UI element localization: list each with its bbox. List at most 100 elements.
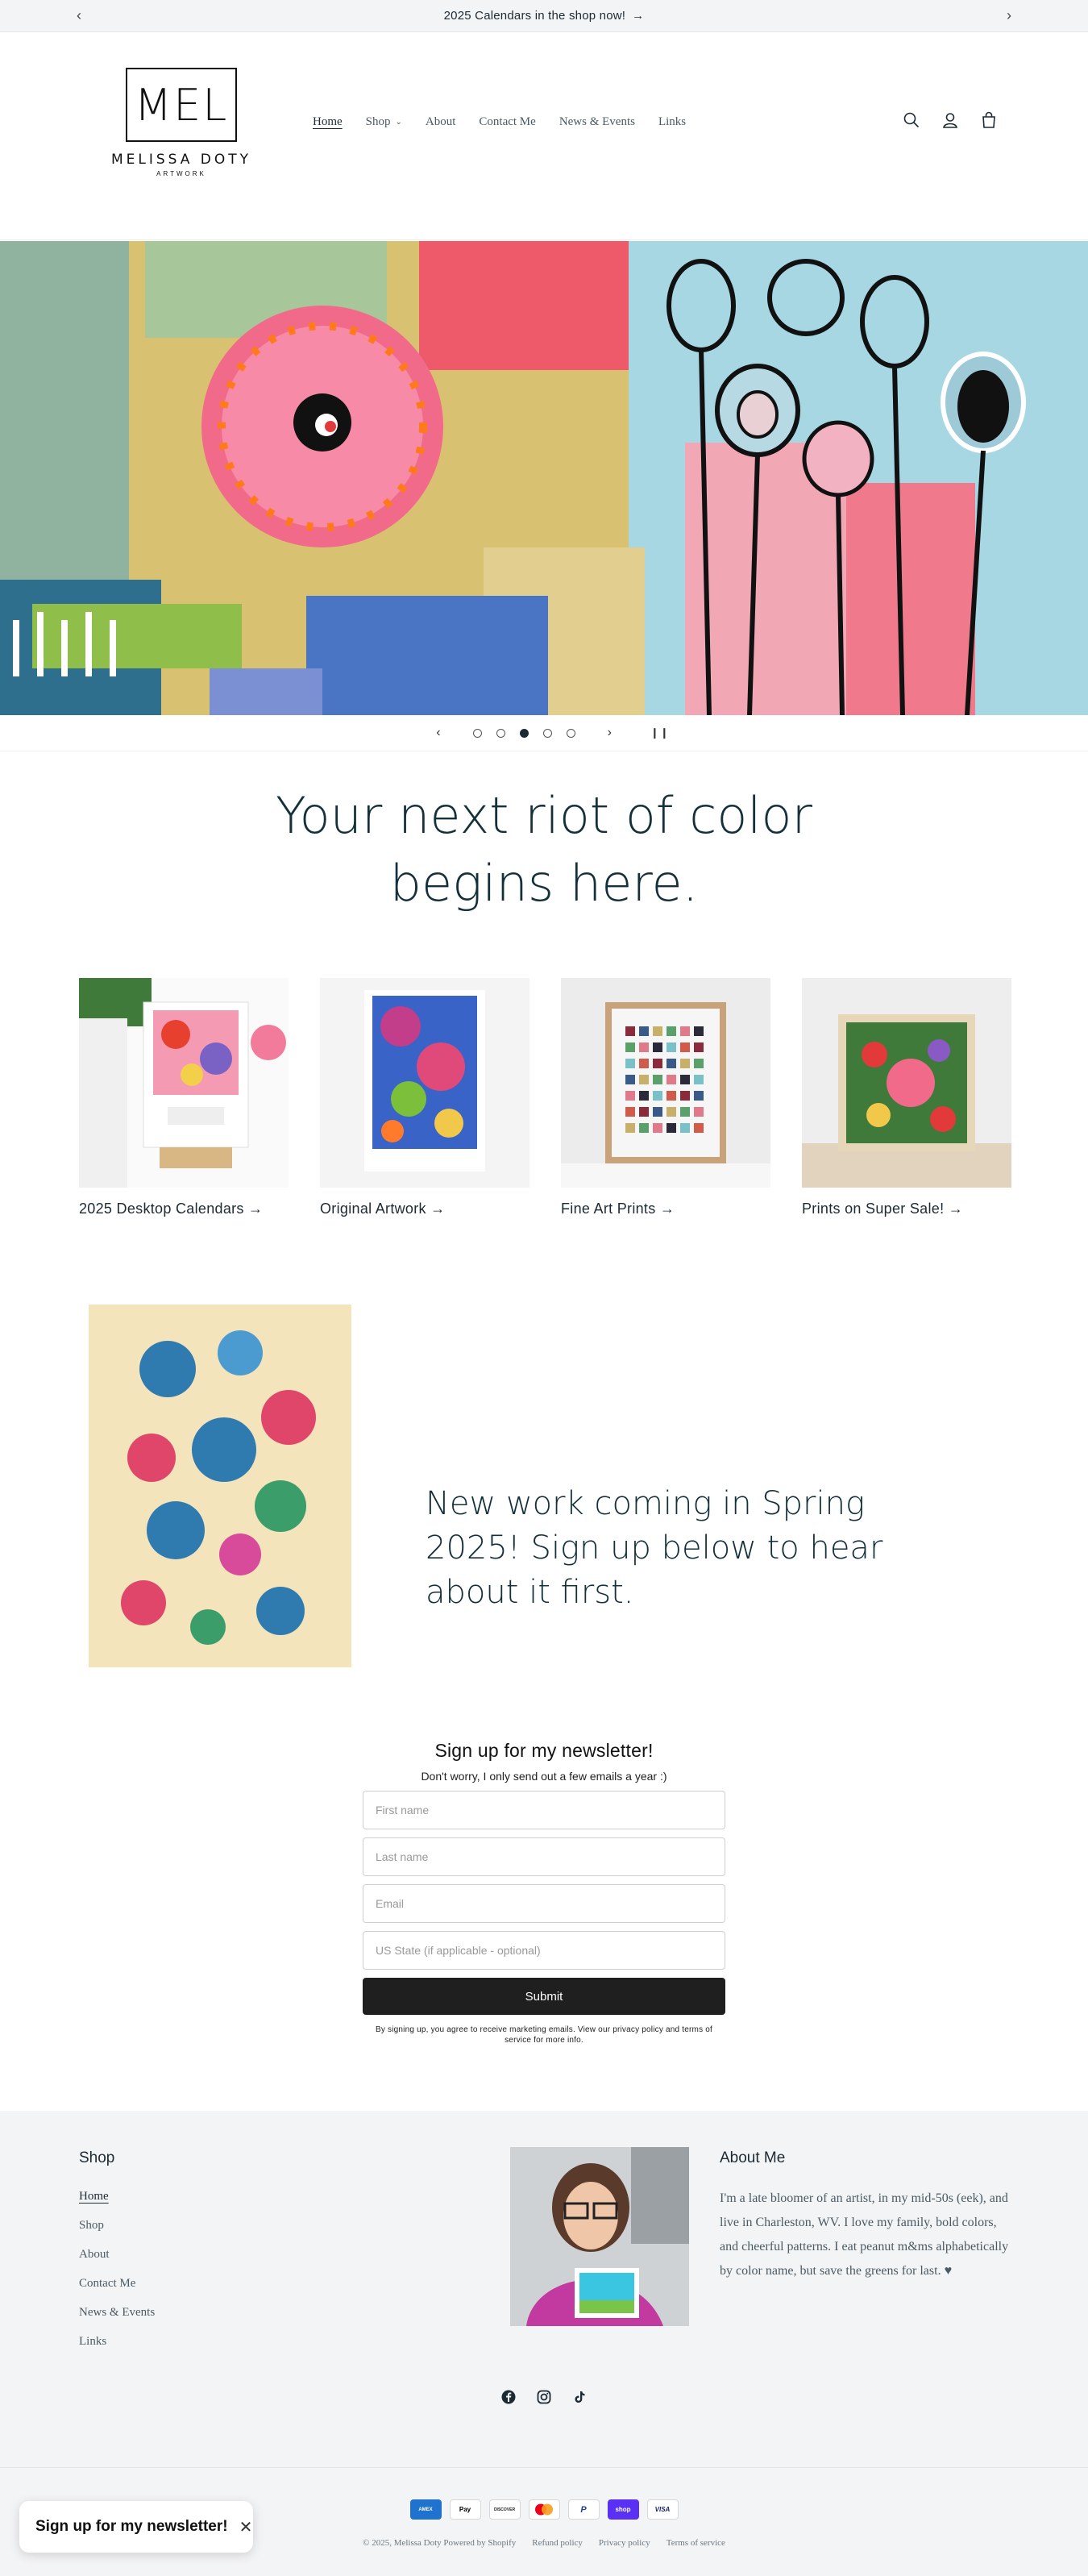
slide-dot-5[interactable] bbox=[566, 728, 575, 738]
refund-policy-link[interactable]: Refund policy bbox=[532, 2538, 583, 2548]
nav-item-label: News & Events bbox=[559, 115, 635, 128]
artist-photo bbox=[510, 2147, 689, 2326]
apple-pay-icon: Pay bbox=[449, 2499, 481, 2520]
nav-item-shop[interactable]: Shop ⌄ bbox=[366, 115, 402, 129]
shop-pay-icon: shop bbox=[607, 2499, 639, 2520]
newsletter-subtitle: Don't worry, I only send out a few email… bbox=[421, 1770, 667, 1783]
collection-card-super-sale[interactable]: Prints on Super Sale! → bbox=[802, 978, 1011, 1217]
tiktok-icon[interactable] bbox=[572, 2390, 587, 2404]
cart-icon[interactable] bbox=[980, 111, 998, 129]
footer-link-home[interactable]: Home bbox=[79, 2190, 155, 2219]
slide-dot-4[interactable] bbox=[542, 728, 552, 738]
email-field[interactable]: Email bbox=[363, 1884, 725, 1923]
nav-item-contact[interactable]: Contact Me bbox=[479, 115, 535, 129]
slide-next-button[interactable]: › bbox=[590, 726, 629, 740]
page-headline: Your next riot of color begins here. bbox=[0, 782, 1088, 918]
last-name-field[interactable]: Last name bbox=[363, 1837, 725, 1876]
newsletter-title: Sign up for my newsletter! bbox=[434, 1740, 654, 1761]
site-logo[interactable]: MEL MELISSA DOTY ARTWORK bbox=[105, 68, 258, 197]
amex-icon: AMEX bbox=[409, 2499, 442, 2520]
payment-label: Pay bbox=[459, 2506, 471, 2513]
terms-of-service-link[interactable]: Terms of service bbox=[667, 2538, 725, 2548]
collection-label: 2025 Desktop Calendars → bbox=[79, 1201, 264, 1217]
hero-slide-image bbox=[0, 241, 1088, 715]
first-name-field[interactable]: First name bbox=[363, 1791, 725, 1829]
footer-link-shop[interactable]: Shop bbox=[79, 2219, 155, 2248]
instagram-icon[interactable] bbox=[537, 2390, 551, 2404]
payment-label: AMEX bbox=[418, 2507, 433, 2512]
announcement-bar: ‹ 2025 Calendars in the shop now! → › bbox=[0, 0, 1088, 32]
collection-card-original-artwork[interactable]: Original Artwork → bbox=[320, 978, 529, 1217]
collection-image bbox=[561, 978, 770, 1188]
collection-list: 2025 Desktop Calendars → Original Artwor… bbox=[79, 978, 1011, 1217]
site-header: MEL MELISSA DOTY ARTWORK Home Shop ⌄ Abou… bbox=[0, 32, 1088, 240]
announcement-text: 2025 Calendars in the shop now! bbox=[443, 9, 626, 23]
footer-divider bbox=[0, 2467, 1088, 2468]
collection-label: Prints on Super Sale! → bbox=[802, 1201, 963, 1217]
footer-link-links[interactable]: Links bbox=[79, 2335, 155, 2364]
headline-line-2: begins here. bbox=[389, 854, 699, 913]
slide-prev-button[interactable]: ‹ bbox=[418, 726, 458, 740]
headline-line-1: Your next riot of color bbox=[276, 786, 812, 845]
visa-icon: VISA bbox=[646, 2499, 679, 2520]
announcement-next-button[interactable]: › bbox=[1007, 7, 1011, 24]
announcement-link[interactable]: 2025 Calendars in the shop now! → bbox=[444, 9, 645, 23]
main-nav: Home Shop ⌄ About Contact Me News & Event… bbox=[313, 115, 686, 129]
pause-icon[interactable]: ❙❙ bbox=[650, 726, 670, 739]
payment-label: P bbox=[580, 2504, 587, 2515]
collection-label: Fine Art Prints → bbox=[561, 1201, 675, 1217]
nav-item-label: Contact Me bbox=[479, 115, 536, 128]
footer-link-news-events[interactable]: News & Events bbox=[79, 2306, 155, 2335]
slider-controls: ‹ › ❙❙ bbox=[0, 715, 1088, 751]
logo-name: MELISSA DOTY bbox=[110, 152, 252, 168]
nav-item-label: About bbox=[425, 115, 456, 128]
logo-sub: ARTWORK bbox=[156, 170, 206, 177]
nav-item-about[interactable]: About bbox=[426, 115, 456, 129]
collection-card-calendars[interactable]: 2025 Desktop Calendars → bbox=[79, 978, 289, 1217]
footer-shop-heading: Shop bbox=[79, 2149, 115, 2166]
footer-link-about[interactable]: About bbox=[79, 2248, 155, 2277]
footer-links: Home Shop About Contact Me News & Events… bbox=[79, 2190, 155, 2364]
footer-about-text: I'm a late bloomer of an artist, in my m… bbox=[720, 2191, 1009, 2278]
slide-dot-3[interactable] bbox=[519, 728, 529, 738]
discover-icon: DISCOVER bbox=[488, 2499, 521, 2520]
paypal-icon: P bbox=[567, 2499, 600, 2520]
copyright-text: © 2025, Melissa Doty Powered by Shopify bbox=[363, 2538, 517, 2548]
newsletter-legal: By signing up, you agree to receive mark… bbox=[375, 2025, 712, 2045]
collection-label: Original Artwork → bbox=[320, 1201, 446, 1217]
collection-image bbox=[802, 978, 1011, 1188]
chevron-down-icon: ⌄ bbox=[395, 118, 402, 127]
collection-image bbox=[320, 978, 529, 1188]
submit-button[interactable]: Submit bbox=[363, 1978, 725, 2015]
featured-artwork-image bbox=[79, 1296, 361, 1675]
payment-label: DISCOVER bbox=[493, 2507, 516, 2512]
popup-text: Sign up for my newsletter! bbox=[35, 2518, 228, 2535]
privacy-policy-link[interactable]: Privacy policy bbox=[599, 2538, 650, 2548]
slide-dot-1[interactable] bbox=[472, 728, 482, 738]
account-icon[interactable] bbox=[941, 111, 959, 129]
nav-item-links[interactable]: Links bbox=[658, 115, 686, 129]
newsletter-form: Sign up for my newsletter! Don't worry, … bbox=[363, 1740, 725, 2045]
nav-item-news-events[interactable]: News & Events bbox=[559, 115, 635, 129]
slide-dot-2[interactable] bbox=[496, 728, 505, 738]
nav-item-label: Links bbox=[658, 115, 687, 128]
payment-label: shop bbox=[615, 2506, 631, 2513]
social-links bbox=[0, 2390, 1088, 2404]
collection-card-fine-art-prints[interactable]: Fine Art Prints → bbox=[561, 978, 770, 1217]
state-field[interactable]: US State (if applicable - optional) bbox=[363, 1931, 725, 1970]
footer-link-contact[interactable]: Contact Me bbox=[79, 2277, 155, 2306]
newsletter-popup[interactable]: Sign up for my newsletter! ✕ bbox=[19, 2501, 253, 2553]
mastercard-icon bbox=[528, 2499, 560, 2520]
arrow-right-icon: → bbox=[632, 9, 645, 23]
footer-about-heading: About Me bbox=[720, 2149, 786, 2166]
payment-label: VISA bbox=[654, 2506, 671, 2513]
search-icon[interactable] bbox=[903, 111, 920, 129]
logo-mark: MEL bbox=[126, 68, 237, 142]
nav-item-home[interactable]: Home bbox=[313, 115, 343, 129]
nav-item-label: Home bbox=[313, 115, 343, 128]
collection-image bbox=[79, 978, 289, 1188]
facebook-icon[interactable] bbox=[501, 2390, 516, 2404]
announcement-prev-button[interactable]: ‹ bbox=[77, 7, 81, 24]
featured-text: New work coming in Spring 2025! Sign up … bbox=[426, 1485, 883, 1611]
close-icon[interactable]: ✕ bbox=[239, 2517, 253, 2537]
